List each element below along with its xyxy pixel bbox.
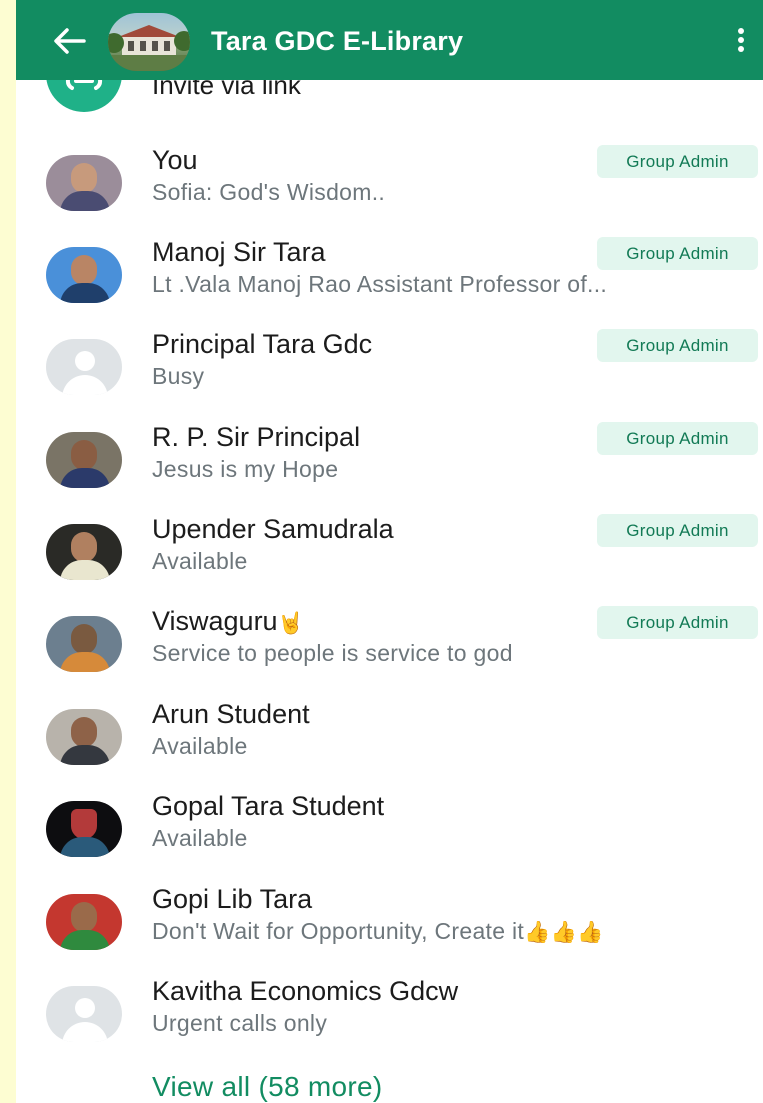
member-name: Principal Tara Gdc [152, 329, 373, 359]
member-name: Gopal Tara Student [152, 791, 385, 821]
group-admin-badge: Group Admin [597, 237, 758, 270]
thumbs-up-emoji: 👍👍👍 [524, 921, 604, 944]
member-row[interactable]: You Sofia: God's Wisdom.. Group Admin [16, 145, 763, 237]
group-admin-badge: Group Admin [597, 145, 758, 178]
member-row[interactable]: Kavitha Economics Gdcw Urgent calls only [16, 976, 763, 1068]
view-all-link[interactable]: View all (58 more) [152, 1071, 383, 1103]
avatar [46, 801, 122, 857]
member-name: Gopi Lib Tara [152, 884, 313, 914]
member-name: Kavitha Economics Gdcw [152, 976, 459, 1006]
rock-hand-emoji: 🤘 [277, 612, 304, 635]
member-status: Available [152, 825, 248, 851]
member-row[interactable]: Gopi Lib Tara Don't Wait for Opportunity… [16, 884, 763, 976]
group-info-screen: Tara GDC E-Library Invite via link You S… [16, 0, 763, 1103]
member-row[interactable]: Principal Tara Gdc Busy Group Admin [16, 329, 763, 421]
avatar [46, 616, 122, 672]
default-avatar-icon [46, 986, 122, 1042]
avatar [46, 524, 122, 580]
avatar [46, 155, 122, 211]
group-title[interactable]: Tara GDC E-Library [211, 26, 463, 57]
member-status: Service to people is service to god [152, 640, 513, 666]
group-avatar[interactable] [108, 13, 190, 71]
group-admin-badge: Group Admin [597, 422, 758, 455]
member-row[interactable]: Viswaguru🤘 Service to people is service … [16, 606, 763, 698]
member-name: Viswaguru🤘 [152, 606, 304, 636]
member-status: Available [152, 733, 248, 759]
member-status: Urgent calls only [152, 1010, 328, 1036]
avatar [46, 247, 122, 303]
member-row[interactable]: Arun Student Available [16, 699, 763, 791]
member-name: R. P. Sir Principal [152, 422, 361, 452]
member-status: Lt .Vala Manoj Rao Assistant Professor o… [152, 271, 608, 297]
member-name: You [152, 145, 198, 175]
group-admin-badge: Group Admin [597, 329, 758, 362]
building-photo [108, 25, 190, 71]
avatar [46, 432, 122, 488]
member-row[interactable]: R. P. Sir Principal Jesus is my Hope Gro… [16, 422, 763, 514]
member-status: Busy [152, 363, 205, 389]
default-avatar-icon [46, 339, 122, 395]
group-admin-badge: Group Admin [597, 606, 758, 639]
avatar [46, 709, 122, 765]
group-admin-badge: Group Admin [597, 514, 758, 547]
more-vertical-icon[interactable] [734, 28, 748, 56]
member-row[interactable]: Gopal Tara Student Available [16, 791, 763, 883]
member-status: Sofia: God's Wisdom.. [152, 179, 386, 205]
member-name: Upender Samudrala [152, 514, 394, 544]
app-bar: Tara GDC E-Library [16, 0, 763, 80]
member-row[interactable]: Upender Samudrala Available Group Admin [16, 514, 763, 606]
member-name: Arun Student [152, 699, 310, 729]
avatar [46, 894, 122, 950]
member-status: Available [152, 548, 248, 574]
arrow-left-icon[interactable] [52, 28, 86, 54]
member-status: Jesus is my Hope [152, 456, 339, 482]
member-row[interactable]: Manoj Sir Tara Lt .Vala Manoj Rao Assist… [16, 237, 763, 329]
member-name: Manoj Sir Tara [152, 237, 326, 267]
member-status: Don't Wait for Opportunity, Create it👍👍👍 [152, 918, 604, 944]
